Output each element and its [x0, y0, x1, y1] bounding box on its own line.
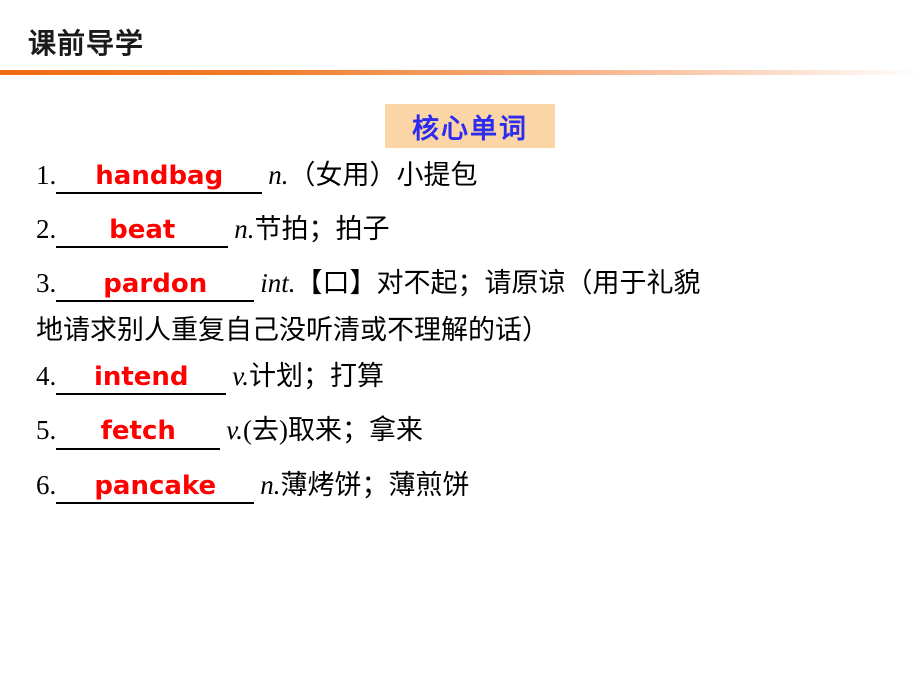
entry-definition: 节拍；拍子: [254, 214, 390, 245]
entry-pos: v.: [226, 415, 243, 446]
page-title: 课前导学: [28, 27, 145, 60]
entry-answer-blank: pancake: [56, 471, 255, 504]
entry-number: 2.: [36, 214, 57, 245]
header-divider: [0, 70, 920, 75]
entry-3-continuation: 地请求别人重复自己没听清或不理解的话）: [36, 315, 549, 346]
entry-meaning: v.计划；打算: [226, 363, 384, 390]
word-list: 1. handbag n.（女用）小提包 2. beat n.节拍；拍子 3. …: [36, 160, 896, 510]
slide-header: 课前导学: [0, 0, 920, 76]
entry-number: 3.: [36, 268, 57, 299]
entry-pos: int.: [260, 268, 296, 299]
entry-definition: 【口】对不起；请原谅（用于礼貌: [295, 268, 701, 299]
entry-answer-blank: intend: [56, 363, 227, 396]
section-banner: 核心单词: [385, 104, 555, 148]
entry-number: 5.: [36, 415, 57, 446]
entry-definition: (去)取来；拿来: [242, 415, 423, 446]
entry-meaning: int.【口】对不起；请原谅（用于礼貌: [254, 270, 700, 297]
word-entry-6: 6. pancake n.薄烤饼；薄煎饼: [36, 469, 896, 504]
slide: 课前导学 核心单词 1. handbag n.（女用）小提包 2. beat n…: [0, 0, 920, 690]
entry-definition: 薄烤饼；薄煎饼: [280, 469, 470, 500]
entry-answer-blank: handbag: [56, 161, 263, 195]
entry-answer-blank: pardon: [56, 270, 255, 303]
entry-answer-blank: beat: [56, 215, 229, 249]
entry-pos: n.: [234, 214, 255, 245]
entry-meaning: n.（女用）小提包: [262, 162, 477, 189]
entry-pos: n.: [260, 469, 281, 500]
entry-definition: 计划；打算: [248, 361, 384, 392]
entry-definition: （女用）小提包: [288, 160, 478, 190]
entry-number: 6.: [36, 469, 57, 500]
entry-pos: n.: [268, 160, 289, 190]
entry-answer-blank: fetch: [56, 417, 221, 450]
word-entry-5: 5. fetch v.(去)取来；拿来: [36, 415, 896, 450]
word-entry-3: 3. pardon int.【口】对不起；请原谅（用于礼貌: [36, 268, 896, 303]
entry-meaning: v.(去)取来；拿来: [220, 417, 423, 444]
entry-number: 1.: [36, 160, 57, 190]
entry-number: 4.: [36, 361, 57, 392]
entry-meaning: n.薄烤饼；薄煎饼: [254, 469, 470, 500]
word-entry-4: 4. intend v.计划；打算: [36, 361, 896, 396]
entry-meaning: n.节拍；拍子: [228, 216, 389, 243]
entry-pos: v.: [232, 361, 249, 392]
word-entry-1: 1. handbag n.（女用）小提包: [36, 160, 896, 195]
word-entry-2: 2. beat n.节拍；拍子: [36, 214, 896, 249]
section-banner-label: 核心单词: [412, 113, 528, 145]
